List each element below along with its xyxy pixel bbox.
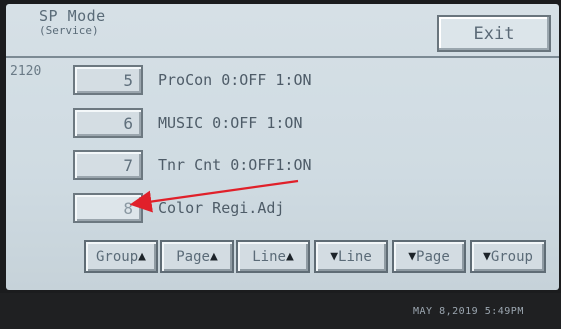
timestamp: MAY 8,2019 5:49PM [413,306,524,317]
annotation-overlay [129,179,299,213]
red-arrow-icon [129,179,299,213]
